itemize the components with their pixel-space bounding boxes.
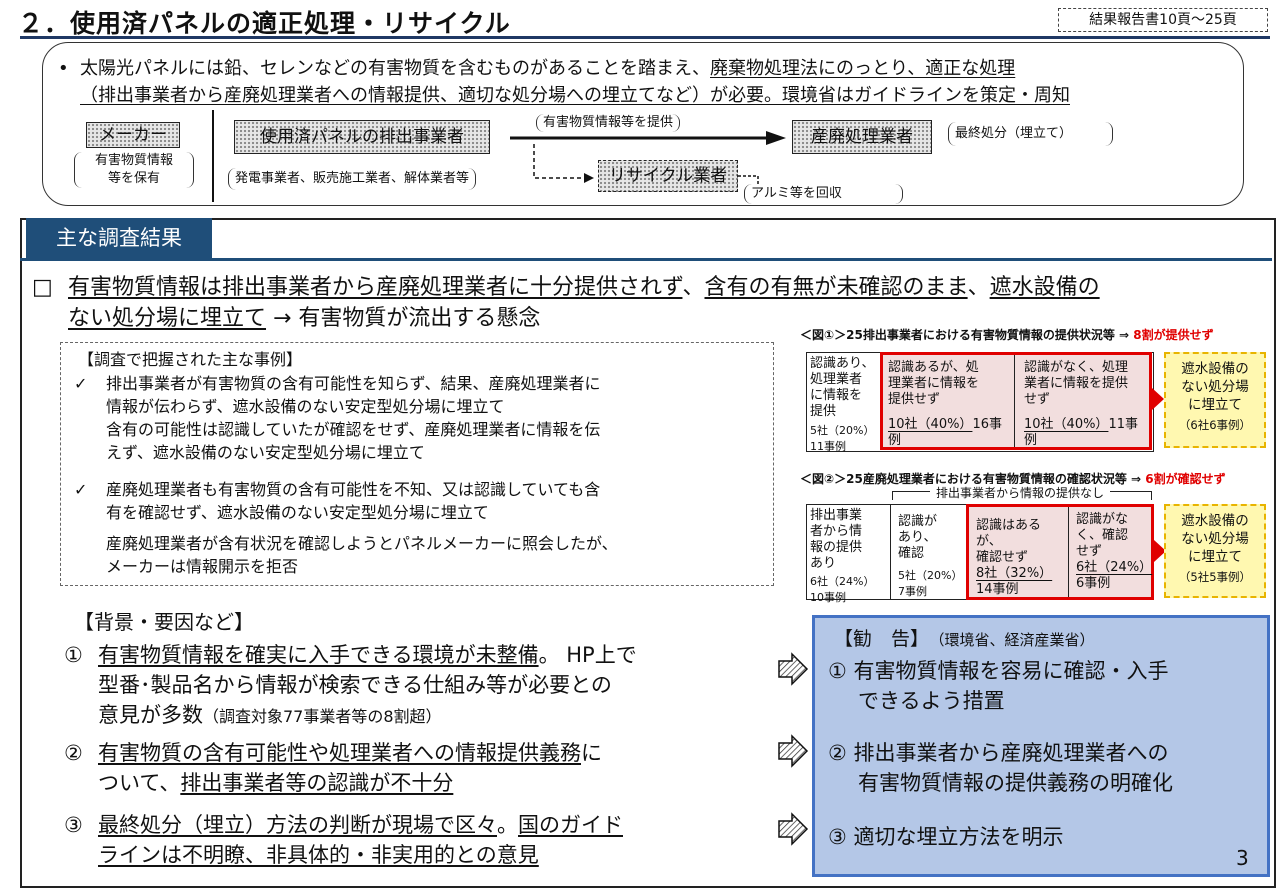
page-title: ２．使用済パネルの適正処理・リサイクル: [18, 9, 511, 38]
fig2-result: 遮水設備の ない処分場 に埋立て （5社5事例）: [1164, 504, 1266, 598]
fig1-result: 遮水設備の ない処分場 に埋立て （6社6事例）: [1164, 352, 1266, 448]
fig1-divider: [1014, 355, 1015, 447]
background-num-3: ③: [64, 813, 83, 837]
background-num-1: ①: [64, 643, 83, 667]
check-icon: ✓: [74, 374, 88, 393]
check-icon: ✓: [74, 480, 88, 499]
maker-box: メーカー: [86, 122, 180, 148]
intro-line2: （排出事業者から産廃処理業者への情報提供、適切な処分場への埋立てなど）が必要。環…: [80, 85, 1070, 106]
title-underline: [20, 36, 1270, 39]
case1-text: 排出事業者が有害物質の含有可能性を知らず、結果、産廃処理業者に 情報が伝わらず、遮…: [106, 374, 601, 462]
fig1-cell-not-provided: 認識あるが、処 理業者に情報を 提供せず 10社（40%）16事例: [888, 360, 1002, 448]
fig2-span-label: 排出事業者から情報の提供なし: [930, 484, 1111, 501]
recycler-box: リサイクル業者: [598, 160, 738, 192]
background-heading: 【背景・要因など】: [74, 610, 254, 634]
recycler-note: アルミ等を回収: [744, 184, 903, 204]
fig1-title: ＜図①＞25排出事業者における有害物質情報の提供状況等 ⇒ 8割が提供せず: [800, 328, 1214, 342]
cases-heading: 【調査で把握された主な事例】: [78, 350, 303, 369]
page-number: 3: [1236, 846, 1249, 870]
background-item-3: 最終処分（埋立）方法の判断が現場で区々。国のガイド ラインは不明瞭、非具体的・非…: [98, 813, 623, 867]
finding-marker: □: [32, 275, 53, 300]
disposal-box: 産廃処理業者: [792, 120, 932, 154]
discharger-note: 発電事業者、販売施工業者、解体業者等: [228, 168, 477, 190]
maker-note: 有害物質情報 等を保有: [74, 152, 194, 188]
fig2-divider-2: [1068, 507, 1069, 597]
fig2-cell-not-confirmed: 認識はあるが、 確認せず 8社（32%） 14事例: [976, 518, 1053, 597]
fig2-cell-provided: 排出事業 者から情 報の提供 あり 6社（24%） 10事例: [810, 508, 875, 604]
recommendation-3: ③ 適切な埋立方法を明示: [828, 825, 1064, 849]
case2-text: 産廃処理業者も有害物質の含有可能性を不知、又は認識していても含 有を確認せず、遮水…: [106, 480, 618, 576]
fig2-divider: [890, 504, 891, 600]
report-reference: 結果報告書10頁～25頁: [1058, 8, 1268, 32]
background-item-1: 有害物質情報を確実に入手できる環境が未整備。 HP上で 型番･製品名から情報が検…: [98, 643, 637, 727]
fig1-cell-provided: 認識あり、 処理業者 に情報を 提供 5社（20%） 11事例: [810, 356, 875, 453]
recommendation-heading: 【勧 告】 （環境省、経済産業省）: [834, 628, 1095, 650]
fig2-cell-confirmed: 認識が あり、 確認 5社（20%） 7事例: [898, 514, 963, 598]
intro-line1: 太陽光パネルには鉛、セレンなどの有害物質を含むものがあることを踏まえ、廃棄物処理…: [80, 58, 1016, 79]
discharger-box: 使用済パネルの排出事業者: [234, 120, 490, 154]
flow-divider: [212, 110, 214, 202]
section-tab-rule: [20, 258, 1272, 261]
disposal-note: 最終処分（埋立て）: [948, 122, 1114, 146]
finding-line2: ない処分場に埋立て → 有害物質が流出する懸念: [68, 306, 541, 331]
finding-line1: 有害物質情報は排出事業者から産廃処理業者に十分提供されず、含有の有無が未確認のま…: [68, 275, 1100, 300]
section-tab: 主な調査結果: [26, 218, 212, 258]
fig1-cell-unaware: 認識がなく、処理 業者に情報を提供 せず 10社（40%）11事例: [1024, 360, 1138, 448]
hatched-arrow-icon: [778, 734, 809, 768]
recommendation-1: ① 有害物質情報を容易に確認・入手 できるよう措置: [828, 659, 1169, 713]
intro-bullet: •: [58, 58, 69, 79]
fig2-cell-unaware: 認識がな く、確認 せず 6社（24%） 6事例: [1076, 512, 1153, 591]
recommendation-2: ② 排出事業者から産廃処理業者への 有害物質情報の提供義務の明確化: [828, 741, 1173, 795]
hatched-arrow-icon: [778, 652, 809, 686]
hatched-arrow-icon: [778, 812, 809, 846]
background-item-2: 有害物質の含有可能性や処理業者への情報提供義務に ついて、排出事業者等の認識が不…: [98, 741, 602, 795]
background-num-2: ②: [64, 741, 83, 765]
